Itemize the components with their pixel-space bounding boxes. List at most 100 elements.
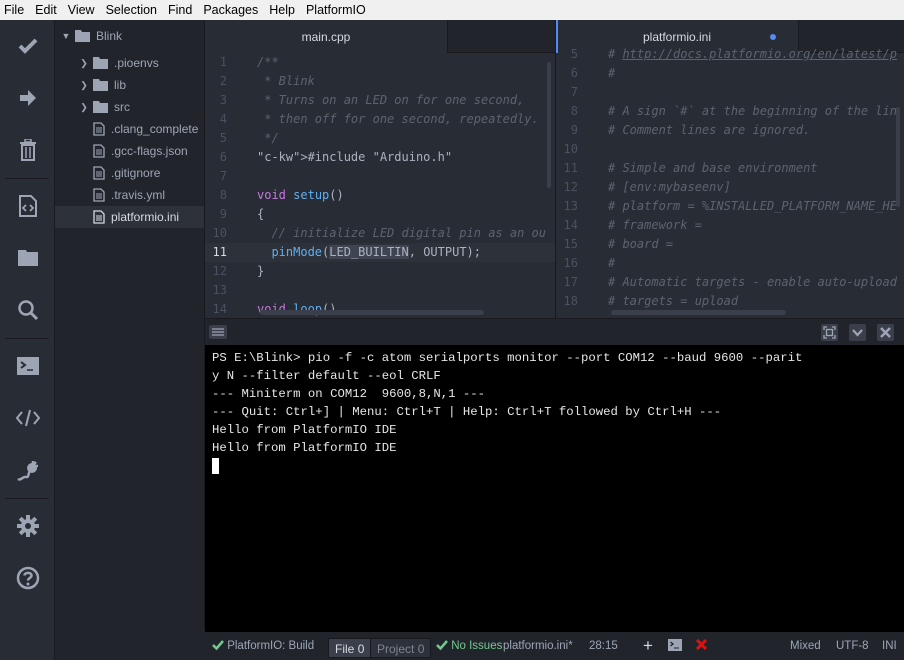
line-number: 10 (563, 142, 578, 156)
open-project-button[interactable] (0, 238, 55, 278)
code-line: # A sign `#` at the beginning of the lin (608, 104, 897, 118)
target-button[interactable] (0, 186, 55, 226)
vertical-scrollbar[interactable] (896, 107, 900, 207)
file-tab-label: File (335, 642, 355, 656)
tab-title: platformio.ini (642, 29, 712, 44)
terminal-list-button[interactable] (209, 325, 227, 339)
code-editor-platformio-ini[interactable]: # http://docs.platformio.org/en/latest/p… (608, 45, 904, 311)
modified-indicator-icon (770, 34, 776, 40)
serial-monitor-icon (15, 409, 40, 427)
line-number: 13 (563, 199, 578, 213)
tree-item-label: lib (114, 78, 127, 92)
new-terminal-button[interactable]: + (643, 632, 653, 660)
plus-icon: + (643, 636, 653, 655)
terminal-line: PS E:\Blink> pio -f -c atom serialports … (212, 351, 803, 365)
code-line: # framework = (608, 218, 702, 232)
serial-monitor-button[interactable] (0, 398, 55, 438)
horizontal-scrollbar[interactable] (260, 310, 484, 315)
clean-button[interactable] (0, 130, 55, 170)
line-number: 13 (212, 283, 227, 297)
line-number: 16 (563, 256, 578, 270)
file-icon (93, 144, 105, 158)
encoding-selector[interactable]: UTF-8 (836, 632, 869, 660)
linter-status[interactable]: No Issues (436, 632, 502, 660)
tree-item-label: platformio.ini (111, 210, 180, 224)
code-line: # (608, 256, 616, 270)
tree-item-file[interactable]: .travis.yml (55, 184, 204, 206)
find-button[interactable] (0, 290, 55, 330)
terminal-line: Hello from PlatformIO IDE (212, 423, 397, 437)
maximize-terminal-button[interactable] (821, 324, 838, 341)
code-editor-main-cpp[interactable]: /** * Blink * Turns on an LED on for one… (243, 53, 555, 318)
terminal-button[interactable] (0, 346, 55, 386)
target-icon (18, 195, 37, 217)
tree-item-label: .gcc-flags.json (111, 144, 188, 158)
menu-selection[interactable]: Selection (100, 0, 162, 20)
menu-edit[interactable]: Edit (29, 0, 62, 20)
toggle-terminal-button[interactable] (668, 632, 682, 660)
tree-item-label: .gitignore (111, 166, 161, 180)
tree-item-file[interactable]: .gitignore (55, 162, 204, 184)
clean-icon (19, 139, 36, 161)
vertical-scrollbar[interactable] (547, 62, 551, 188)
menu-help[interactable]: Help (263, 0, 300, 20)
upload-button[interactable] (0, 78, 55, 118)
terminal-panel-header (205, 318, 904, 345)
menu-packages[interactable]: Packages (197, 0, 263, 20)
menu-platformio[interactable]: PlatformIO (300, 0, 371, 20)
folder-icon (75, 30, 90, 42)
code-line: * Blink (257, 74, 315, 88)
close-all-terminals-button[interactable] (695, 632, 708, 660)
linter-file-tab[interactable]: File 0 (328, 638, 372, 658)
tree-view: ▼ Blink ❯ .pioenvs ❯ lib ❯ src .clang_co… (55, 20, 205, 630)
code-line: # Comment lines are ignored. (608, 123, 811, 137)
terminal-output[interactable]: PS E:\Blink> pio -f -c atom serialports … (205, 345, 904, 632)
grammar-selector[interactable]: INI (882, 632, 897, 660)
tree-item-file-selected[interactable]: platformio.ini (55, 206, 204, 228)
code-line: { (257, 207, 265, 221)
menu-view[interactable]: View (62, 0, 100, 20)
code-line: /** (257, 55, 279, 69)
line-number-gutter: 1 2 3 4 5 6 7 8 9 10 11 12 13 14 (205, 53, 247, 318)
terminal-line: y N --filter default --eol CRLF (212, 369, 441, 383)
cursor-position[interactable]: 28:15 (589, 632, 618, 660)
tree-item-label: src (114, 100, 130, 114)
folder-icon (93, 57, 108, 69)
code-line: ​ (608, 83, 904, 102)
terminal-line: --- Miniterm on COM12 9600,8,N,1 --- (212, 387, 486, 401)
tree-item-folder[interactable]: ❯ lib (55, 74, 204, 96)
close-icon (880, 327, 891, 338)
code-line: # http://docs.platformio.org/en/latest/p (608, 47, 897, 61)
horizontal-scrollbar[interactable] (611, 310, 786, 315)
menu-find[interactable]: Find (162, 0, 197, 20)
tree-item-file[interactable]: .gcc-flags.json (55, 140, 204, 162)
open-project-icon (17, 250, 38, 266)
file-icon (93, 122, 105, 136)
menu-file[interactable]: File (0, 0, 29, 20)
build-status[interactable]: PlatformIO: Build (212, 632, 314, 660)
line-ending-selector[interactable]: Mixed (790, 632, 821, 660)
tree-item-folder[interactable]: ❯ src (55, 96, 204, 118)
line-number: 6 (219, 150, 227, 164)
settings-button[interactable] (0, 506, 55, 546)
file-icon (93, 188, 105, 202)
build-icon (18, 38, 37, 54)
tree-item-label: .pioenvs (114, 56, 159, 70)
tab-bar: main.cpp (205, 20, 555, 53)
tree-item-file[interactable]: .clang_complete (55, 118, 204, 140)
serial-ports-button[interactable] (0, 450, 55, 490)
linter-project-tab[interactable]: Project 0 (370, 638, 432, 658)
line-number: 11 (563, 161, 578, 175)
terminal-line: --- Quit: Ctrl+] | Menu: Ctrl+T | Help: … (212, 405, 722, 419)
tree-root-blink[interactable]: ▼ Blink (55, 25, 204, 47)
tree-item-folder[interactable]: ❯ .pioenvs (55, 52, 204, 74)
code-line: // initialize LED digital pin as an ou (257, 226, 546, 240)
tree-item-label: .clang_complete (111, 122, 199, 136)
close-terminal-button[interactable] (877, 324, 894, 341)
build-button[interactable] (0, 26, 55, 66)
linter-status-label: No Issues (451, 640, 503, 652)
minimize-terminal-button[interactable] (849, 324, 866, 341)
tab-main-cpp[interactable]: main.cpp (205, 20, 447, 53)
file-path[interactable]: platformio.ini* (503, 632, 573, 660)
help-button[interactable] (0, 558, 55, 598)
